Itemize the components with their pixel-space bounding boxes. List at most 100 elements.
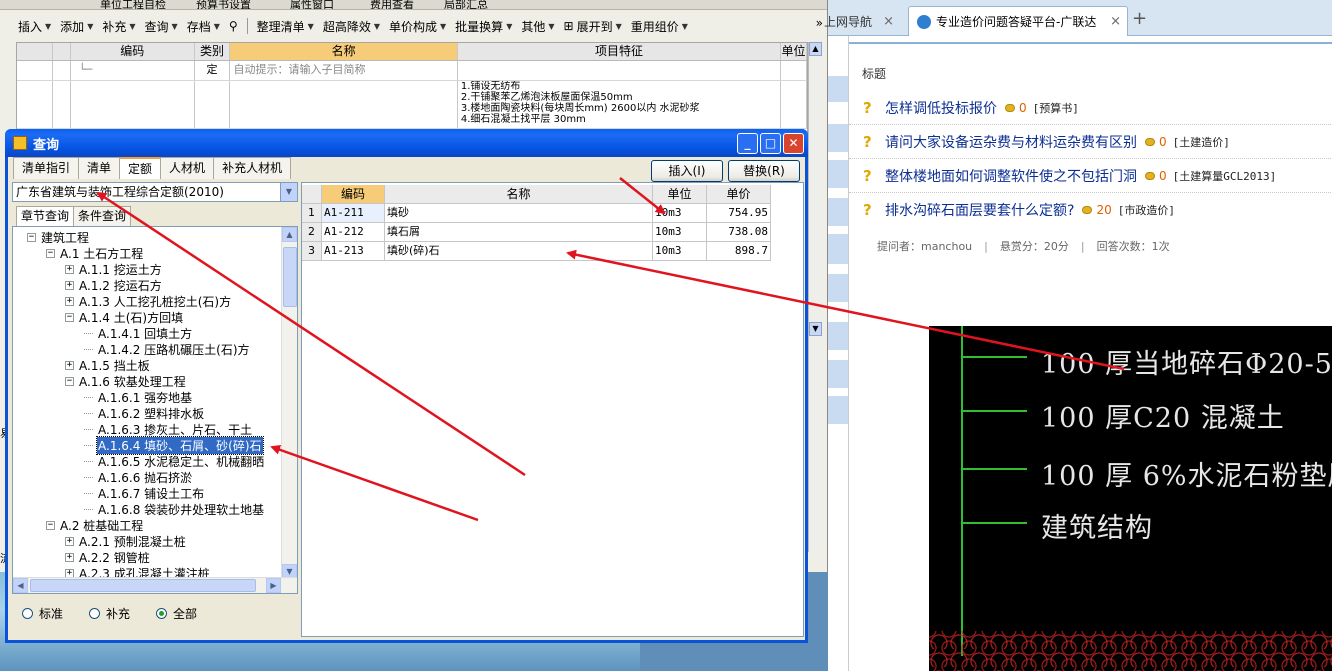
bg-toolbar-unitprice[interactable]: 单价构成 ▼	[389, 18, 446, 35]
quota-library-select[interactable]: 广东省建筑与装饰工程综合定额(2010) ▼	[12, 182, 298, 202]
table-row[interactable]: 3 A1-213 填砂(碎)石 10m3 898.7	[302, 242, 771, 261]
bg-toolbar-highrise[interactable]: 超高降效 ▼	[323, 18, 380, 35]
tab-supplement-materials[interactable]: 补充人材机	[213, 157, 292, 179]
tree-node[interactable]: A.1.4.2 压路机碾压土(石)方	[13, 341, 281, 357]
bg-col-code[interactable]: 编码	[71, 43, 195, 60]
bg-topbar-item[interactable]: 预算书设置	[196, 0, 251, 9]
bg-toolbar-archive[interactable]: 存档 ▼	[187, 18, 220, 35]
tree-node-label[interactable]: A.1.6.6 抛石挤淤	[97, 469, 193, 486]
tree-node-label[interactable]: A.2.1 预制混凝土桩	[78, 533, 187, 550]
tree-node-label[interactable]: 建筑工程	[40, 229, 90, 246]
bg-topbar-item[interactable]: 单位工程自检	[100, 0, 166, 9]
table-row[interactable]: 1 A1-211 填砂 10m3 754.95	[302, 204, 771, 223]
tree-node[interactable]: + A.1.2 挖运石方	[13, 277, 281, 293]
maximize-button[interactable]: □	[760, 133, 781, 154]
tree-node-label[interactable]: A.1.6 软基处理工程	[78, 373, 187, 390]
category-tag[interactable]: [预算书]	[1033, 100, 1079, 116]
expand-icon[interactable]: +	[65, 264, 74, 274]
collapse-icon[interactable]: −	[65, 312, 74, 322]
col-code[interactable]: 编码	[322, 185, 385, 203]
bg-col-feature[interactable]: 项目特征	[458, 43, 782, 60]
tree-node-label[interactable]: A.1.6.7 铺设土工布	[97, 485, 205, 502]
bg-col-unit[interactable]: 单位	[781, 43, 807, 60]
bg-toolbar-insert[interactable]: 插入 ▼	[18, 18, 51, 35]
tree-node-label[interactable]: A.1.6.5 水泥稳定土、机械翻晒	[97, 453, 265, 470]
tree-node[interactable]: A.1.6.7 铺设土工布	[13, 485, 281, 501]
bg-col-type[interactable]: 类别	[195, 43, 231, 60]
table-row[interactable]: └─ 定 自动提示：请输入子目简称	[17, 61, 807, 81]
tree-node-label[interactable]: A.1.6.8 袋装砂井处理软土地基	[97, 501, 265, 518]
expand-icon[interactable]: +	[65, 280, 74, 290]
scroll-thumb[interactable]	[283, 247, 297, 307]
tree-horizontal-scrollbar[interactable]: ◀ ▶	[13, 577, 297, 593]
tree-node-label[interactable]: A.1.4.2 压路机碾压土(石)方	[97, 341, 251, 358]
tree-node[interactable]: A.1.4.1 回填土方	[13, 325, 281, 341]
tree-node[interactable]: A.1.6.5 水泥稳定土、机械翻晒	[13, 453, 281, 469]
collapse-icon[interactable]: −	[65, 376, 74, 386]
expand-icon[interactable]: +	[65, 536, 74, 546]
scroll-up-icon[interactable]: ▲	[809, 42, 822, 56]
tree-node[interactable]: A.1.6.3 掺灰土、片石、干土	[13, 421, 281, 437]
bg-toolbar-batch[interactable]: 批量换算 ▼	[455, 18, 512, 35]
scroll-down-icon[interactable]: ▼	[809, 322, 822, 336]
expand-icon[interactable]: +	[65, 296, 74, 306]
question-link[interactable]: 整体楼地面如何调整软件使之不包括门洞	[885, 166, 1137, 186]
tree-node-label[interactable]: A.1.3 人工挖孔桩挖土(石)方	[78, 293, 232, 310]
tab-materials[interactable]: 人材机	[160, 157, 215, 179]
dialog-titlebar[interactable]: 查询 _ □ ✕	[5, 129, 808, 157]
bg-toolbar-reuse[interactable]: 重用组价 ▼	[631, 18, 688, 35]
tree-node[interactable]: + A.1.1 挖运土方	[13, 261, 281, 277]
table-row[interactable]: 1.铺设无纺布 2.干铺聚苯乙烯泡沫板屋面保温50mm 3.楼地面陶瓷块料(每块…	[17, 81, 807, 129]
category-tag[interactable]: [土建算量GCL2013]	[1173, 168, 1277, 184]
close-icon[interactable]: ×	[883, 14, 894, 29]
tree-node[interactable]: A.1.6.4 填砂、石屑、砂(碎)石	[13, 435, 281, 455]
tab-bill[interactable]: 清单	[78, 157, 121, 179]
tree-node-label[interactable]: A.1.6.1 强夯地基	[97, 389, 193, 406]
bg-toolbar-other[interactable]: 其他 ▼	[521, 18, 554, 35]
tree-node-label[interactable]: A.1.4 土(石)方回填	[78, 309, 184, 326]
tree-node-label[interactable]: A.1.2 挖运石方	[78, 277, 163, 294]
table-row[interactable]: 2 A1-212 填石屑 10m3 738.08	[302, 223, 771, 242]
question-link[interactable]: 排水沟碎石面层要套什么定额?	[885, 200, 1074, 220]
bg-topbar-item[interactable]: 费用查看	[370, 0, 414, 9]
col-unit[interactable]: 单位	[653, 185, 707, 203]
tab-navigation[interactable]: 上网导航 ×	[824, 6, 900, 36]
tree-node[interactable]: A.1.6.1 强夯地基	[13, 389, 281, 405]
category-tag[interactable]: [土建造价]	[1173, 134, 1230, 150]
expand-icon[interactable]: +	[65, 552, 74, 562]
chevron-down-icon[interactable]: ▼	[280, 183, 297, 201]
collapse-icon[interactable]: −	[27, 232, 36, 242]
binoculars-icon[interactable]: ⚲	[229, 19, 238, 33]
scroll-left-icon[interactable]: ◀	[13, 578, 28, 593]
insert-button[interactable]: 插入(I)	[651, 160, 723, 182]
tree-node-label[interactable]: A.1.1 挖运土方	[78, 261, 163, 278]
bg-topbar-item[interactable]: 属性窗口	[290, 0, 334, 9]
tab-condition-query[interactable]: 条件查询	[73, 206, 132, 226]
tab-qa-platform[interactable]: 专业造价问题答疑平台-广联达 ×	[908, 6, 1128, 36]
close-button[interactable]: ✕	[783, 133, 804, 154]
tree-node-label[interactable]: A.1.6.4 填砂、石屑、砂(碎)石	[96, 435, 264, 455]
radio-supplement[interactable]: 补充	[89, 605, 130, 622]
question-link[interactable]: 请问大家设备运杂费与材料运杂费有区别	[885, 132, 1137, 152]
question-link[interactable]: 怎样调低投标报价	[885, 98, 997, 118]
tree-node[interactable]: + A.1.5 挡土板	[13, 357, 281, 373]
tree-node[interactable]: − A.1 土石方工程	[13, 245, 281, 261]
close-icon[interactable]: ×	[1110, 14, 1121, 29]
collapse-icon[interactable]: −	[46, 248, 55, 258]
bg-toolbar-add[interactable]: 添加 ▼	[60, 18, 93, 35]
scroll-thumb[interactable]	[30, 579, 256, 592]
tree-node-label[interactable]: A.2 桩基础工程	[59, 517, 144, 534]
tree-node[interactable]: − 建筑工程	[13, 229, 281, 245]
minimize-button[interactable]: _	[737, 133, 758, 154]
category-tag[interactable]: [市政造价]	[1118, 202, 1175, 218]
radio-all[interactable]: 全部	[156, 605, 197, 622]
tab-chapter-query[interactable]: 章节查询	[16, 206, 75, 226]
tree-vertical-scrollbar[interactable]: ▲ ▼	[281, 227, 297, 579]
col-price[interactable]: 单价	[707, 185, 771, 203]
scroll-right-icon[interactable]: ▶	[266, 578, 281, 593]
tree-node[interactable]: A.1.6.8 袋装砂井处理软土地基	[13, 501, 281, 517]
radio-standard[interactable]: 标准	[22, 605, 63, 622]
tree-node[interactable]: A.1.6.6 抛石挤淤	[13, 469, 281, 485]
bg-toolbar-supplement[interactable]: 补充 ▼	[102, 18, 135, 35]
tree-node-label[interactable]: A.1 土石方工程	[59, 245, 144, 262]
